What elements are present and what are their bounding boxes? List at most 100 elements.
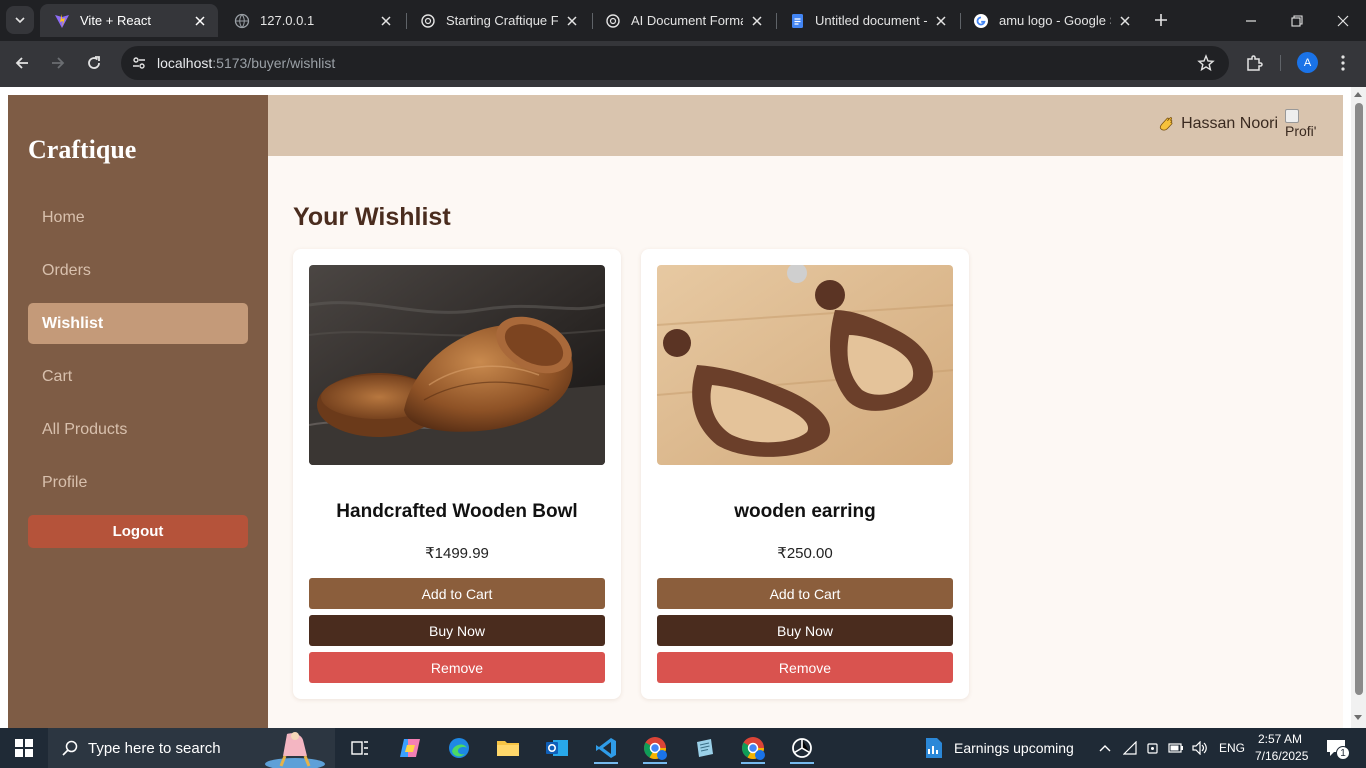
remove-button[interactable]: Remove [309,652,605,683]
craftique-app: Craftique Home Orders Wishlist Cart All … [8,95,1343,728]
reload-button[interactable] [80,49,108,77]
tab-untitled-document[interactable]: Untitled document - [775,4,959,37]
close-icon[interactable] [1117,13,1133,29]
close-icon[interactable] [378,13,394,29]
volume-icon[interactable] [1189,732,1211,764]
sidebar-item-cart[interactable]: Cart [28,356,248,397]
running-indicator [594,762,618,764]
task-view-button[interactable] [340,732,380,764]
close-icon [1337,15,1349,26]
scroll-up-arrow-icon[interactable] [1354,92,1362,97]
chrome-button-profile-a[interactable] [635,732,675,764]
add-to-cart-button[interactable]: Add to Cart [657,578,953,609]
news-widget[interactable]: Earnings upcoming [916,732,1076,764]
sidebar-item-all-products[interactable]: All Products [28,409,248,450]
google-icon [973,13,989,29]
url-host: localhost [157,55,213,71]
language-indicator[interactable]: ENG [1219,741,1245,755]
tab-starting-craftique[interactable]: Starting Craftique Fre [406,4,590,37]
minimize-button[interactable] [1228,0,1274,41]
address-bar[interactable]: localhost:5173/buyer/wishlist [121,46,1229,80]
restore-button[interactable] [1274,0,1320,41]
page-viewport: Craftique Home Orders Wishlist Cart All … [0,87,1366,728]
search-icon [62,740,78,756]
site-info-icon[interactable] [130,54,148,72]
url-text: localhost:5173/buyer/wishlist [157,55,335,71]
vscode-button[interactable] [586,732,626,764]
sidebar-item-orders[interactable]: Orders [28,250,248,291]
remove-button[interactable]: Remove [657,652,953,683]
logout-button[interactable]: Logout [28,515,248,548]
user-greeting: Hassan Noori [1158,115,1278,133]
sidebar-item-wishlist[interactable]: Wishlist [28,303,248,344]
show-hidden-icons-button[interactable] [1093,732,1117,764]
tab-title: AI Document Formatt [631,13,743,28]
browser-profile-avatar[interactable]: A [1297,52,1318,73]
restore-icon [1291,14,1303,27]
windows-logo-icon [15,739,33,757]
close-icon[interactable] [564,13,580,29]
task-view-icon [351,741,368,755]
scroll-down-arrow-icon[interactable] [1354,715,1362,720]
running-indicator [790,762,814,764]
add-to-cart-button[interactable]: Add to Cart [309,578,605,609]
buy-now-button[interactable]: Buy Now [309,615,605,646]
page-scrollbar[interactable] [1351,87,1366,728]
close-icon[interactable] [933,13,949,29]
chatgpt-icon [420,13,436,29]
clock-date[interactable]: 7/16/2025 [1255,749,1308,763]
toolbar-divider [1280,55,1281,71]
notification-count-badge: 1 [1336,746,1350,760]
close-window-button[interactable] [1320,0,1366,41]
clock-time[interactable]: 2:57 AM [1258,732,1302,746]
tab-ai-document[interactable]: AI Document Formatt [591,4,775,37]
profile-image-broken[interactable]: Profi' [1285,107,1325,145]
browser-menu-button[interactable] [1330,50,1356,76]
battery-icon[interactable] [1165,732,1187,764]
puzzle-icon [1247,55,1263,71]
scrollbar-thumb[interactable] [1355,103,1363,695]
vscode-icon [596,738,616,758]
close-icon[interactable] [749,13,765,29]
running-indicator [741,762,765,764]
start-button[interactable] [4,732,44,764]
browser-toolbar: localhost:5173/buyer/wishlist [0,41,1366,87]
bookmark-star-icon[interactable] [1197,54,1215,72]
running-indicator [643,762,667,764]
broken-image-icon [1285,109,1299,124]
close-icon[interactable] [192,13,208,29]
extensions-button[interactable] [1241,50,1267,76]
taskbar-search-box[interactable]: Type here to search [48,728,335,768]
chrome-icon [644,737,667,760]
tab-vite-react[interactable]: Vite + React [40,4,218,37]
wishlist-card: wooden earring ₹250.00 Add to Cart Buy N… [641,249,969,699]
back-button[interactable] [8,49,36,77]
globe-icon [234,13,250,29]
plus-icon [1155,14,1167,26]
forward-button[interactable] [44,49,72,77]
chatgpt-app-button[interactable] [782,732,822,764]
meet-now-icon[interactable] [1142,732,1164,764]
sidebar-item-profile[interactable]: Profile [28,462,248,503]
notepad-icon [697,739,713,757]
chrome-button-profile-c[interactable] [733,732,773,764]
outlook-button[interactable] [537,732,577,764]
sidebar-item-home[interactable]: Home [28,197,248,238]
tab-amu-logo[interactable]: amu logo - Google Se [959,4,1143,37]
google-docs-icon [789,13,805,29]
new-tab-button[interactable] [1149,8,1173,32]
notepad-button[interactable] [684,732,724,764]
tab-title: amu logo - Google Se [999,13,1111,28]
copilot-button[interactable] [390,732,430,764]
buy-now-button[interactable]: Buy Now [657,615,953,646]
tab-search-button[interactable] [6,6,34,34]
tab-localhost-ip[interactable]: 127.0.0.1 [220,4,404,37]
notification-center-button[interactable]: 1 [1318,732,1354,764]
chevron-down-icon [15,17,25,24]
tab-title: Starting Craftique Fre [446,13,558,28]
network-icon[interactable] [1119,732,1141,764]
folder-icon [497,741,519,756]
product-price: ₹1499.99 [425,545,489,562]
file-explorer-button[interactable] [488,732,528,764]
edge-button[interactable] [439,732,479,764]
